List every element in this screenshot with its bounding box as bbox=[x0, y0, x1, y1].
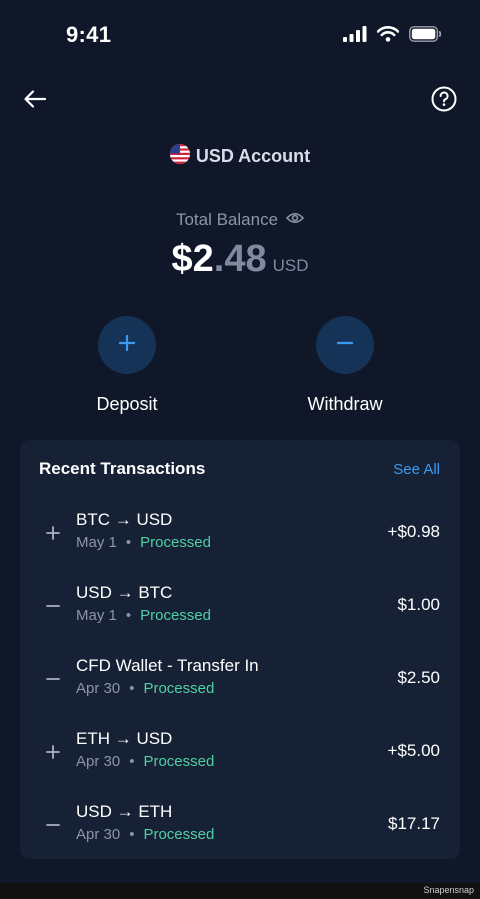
separator-dot: • bbox=[125, 534, 132, 551]
transaction-amount: $2.50 bbox=[397, 668, 440, 687]
deposit-label[interactable]: Deposit bbox=[96, 394, 157, 415]
status-time: 9:41 bbox=[66, 22, 112, 47]
transaction-status: Processed bbox=[143, 826, 215, 843]
plus-icon bbox=[44, 743, 62, 761]
transaction-status: Processed bbox=[140, 607, 211, 624]
transaction-title: USD → BTC bbox=[76, 583, 173, 602]
withdraw-button[interactable] bbox=[316, 316, 374, 374]
question-circle-icon bbox=[431, 86, 457, 117]
transaction-title: CFD Wallet - Transfer In bbox=[76, 656, 259, 675]
battery-icon bbox=[409, 26, 442, 47]
balance-label-row: Total Balance bbox=[0, 210, 480, 230]
transaction-amount: $17.17 bbox=[388, 814, 440, 833]
transaction-date: Apr 30 bbox=[76, 826, 121, 843]
status-icons bbox=[343, 26, 442, 47]
balance-integer: $2 bbox=[171, 238, 214, 280]
transaction-meta: Apr 30 • Processed bbox=[76, 753, 214, 770]
transaction-date: Apr 30 bbox=[76, 753, 121, 770]
total-balance: $2 .48 USD bbox=[0, 238, 480, 281]
minus-icon bbox=[44, 816, 62, 834]
plus-icon bbox=[44, 524, 62, 542]
separator-dot: • bbox=[129, 680, 135, 697]
account-name: USD Account bbox=[195, 146, 311, 166]
transaction-title: USD → ETH bbox=[76, 802, 173, 821]
transaction-meta: Apr 30 • Processed bbox=[76, 680, 214, 697]
transaction-amount: +$0.98 bbox=[387, 522, 440, 541]
deposit-action: Deposit bbox=[57, 316, 197, 415]
minus-icon bbox=[44, 670, 62, 688]
account-header: USD Account bbox=[0, 144, 480, 169]
transaction-date: Apr 30 bbox=[76, 680, 121, 697]
withdraw-label[interactable]: Withdraw bbox=[307, 394, 382, 415]
watermark: Snapensnap bbox=[423, 885, 474, 895]
deposit-button[interactable] bbox=[98, 316, 156, 374]
status-bar: 9:41 bbox=[0, 0, 480, 70]
transaction-status: Processed bbox=[140, 534, 211, 551]
plus-icon bbox=[117, 333, 137, 358]
transaction-meta: May 1 • Processed bbox=[76, 534, 211, 551]
balance-decimal: .48 bbox=[213, 238, 267, 280]
card-header: Recent Transactions See All bbox=[39, 458, 440, 480]
transaction-row[interactable]: ETH → USD Apr 30 • Processed +$5.00 bbox=[20, 729, 460, 789]
transaction-title: ETH → USD bbox=[76, 729, 173, 748]
separator-dot: • bbox=[129, 753, 135, 770]
transaction-row[interactable]: USD → BTC May 1 • Processed $1.00 bbox=[20, 583, 460, 643]
transaction-date: May 1 bbox=[76, 534, 117, 551]
transaction-amount: +$5.00 bbox=[387, 741, 440, 760]
cellular-signal-icon bbox=[343, 26, 367, 47]
recent-transactions-card: Recent Transactions See All BTC → USD Ma… bbox=[20, 440, 460, 859]
minus-icon bbox=[335, 333, 355, 358]
bottom-strip: Snapensnap bbox=[0, 883, 480, 899]
back-button[interactable] bbox=[20, 86, 50, 116]
help-button[interactable] bbox=[429, 86, 459, 116]
minus-icon bbox=[44, 597, 62, 615]
eye-icon[interactable] bbox=[285, 211, 305, 230]
transaction-meta: Apr 30 • Processed bbox=[76, 826, 214, 843]
withdraw-action: Withdraw bbox=[275, 316, 415, 415]
transaction-title: BTC → USD bbox=[76, 510, 173, 529]
recent-transactions-title: Recent Transactions bbox=[39, 459, 206, 478]
balance-currency: USD bbox=[272, 256, 309, 275]
separator-dot: • bbox=[129, 826, 135, 843]
transaction-date: May 1 bbox=[76, 607, 117, 624]
balance-label: Total Balance bbox=[175, 210, 279, 229]
transaction-status: Processed bbox=[143, 680, 215, 697]
transaction-meta: May 1 • Processed bbox=[76, 607, 211, 624]
wifi-icon bbox=[376, 26, 400, 47]
top-nav bbox=[0, 82, 480, 118]
transaction-row[interactable]: USD → ETH Apr 30 • Processed $17.17 bbox=[20, 802, 460, 862]
transaction-status: Processed bbox=[143, 753, 215, 770]
transaction-row[interactable]: BTC → USD May 1 • Processed +$0.98 bbox=[20, 510, 460, 570]
transaction-row[interactable]: CFD Wallet - Transfer In Apr 30 • Proces… bbox=[20, 656, 460, 716]
see-all-link[interactable]: See All bbox=[393, 461, 440, 478]
transaction-amount: $1.00 bbox=[397, 595, 440, 614]
separator-dot: • bbox=[125, 607, 132, 624]
arrow-left-icon bbox=[23, 89, 47, 114]
us-flag-icon bbox=[169, 144, 190, 169]
